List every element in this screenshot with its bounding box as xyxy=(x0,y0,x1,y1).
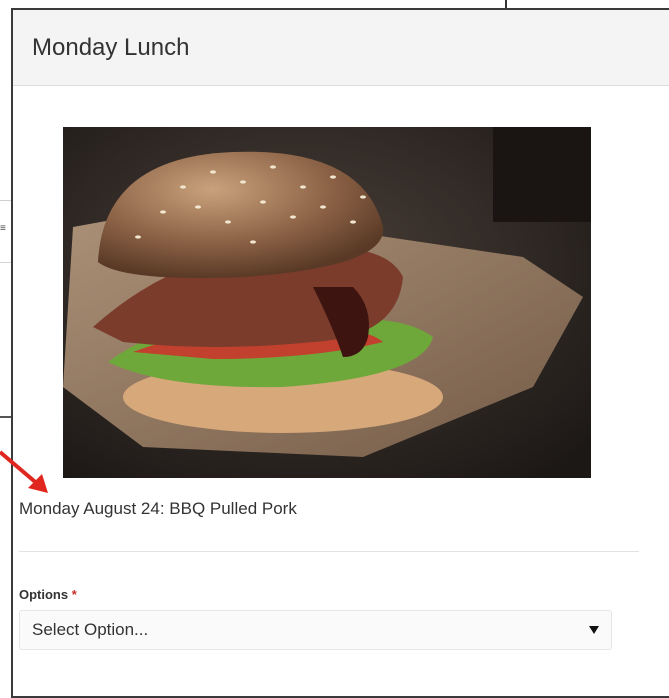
options-label: Options * xyxy=(19,587,77,602)
options-select-value: Select Option... xyxy=(32,620,149,639)
modal-title: Monday Lunch xyxy=(32,33,190,61)
required-marker: * xyxy=(71,587,77,602)
modal-header: Monday Lunch xyxy=(13,10,669,86)
section-divider xyxy=(19,551,639,552)
annotation-arrow xyxy=(0,450,48,493)
meal-caption: Monday August 24: BBQ Pulled Pork xyxy=(19,499,297,518)
menu-icon: ≡ xyxy=(0,223,6,234)
meal-image xyxy=(63,127,591,478)
meal-photo xyxy=(63,127,591,478)
options-select[interactable]: Select Option... xyxy=(19,610,612,650)
options-label-text: Options xyxy=(19,587,69,602)
chevron-down-icon xyxy=(589,626,599,634)
